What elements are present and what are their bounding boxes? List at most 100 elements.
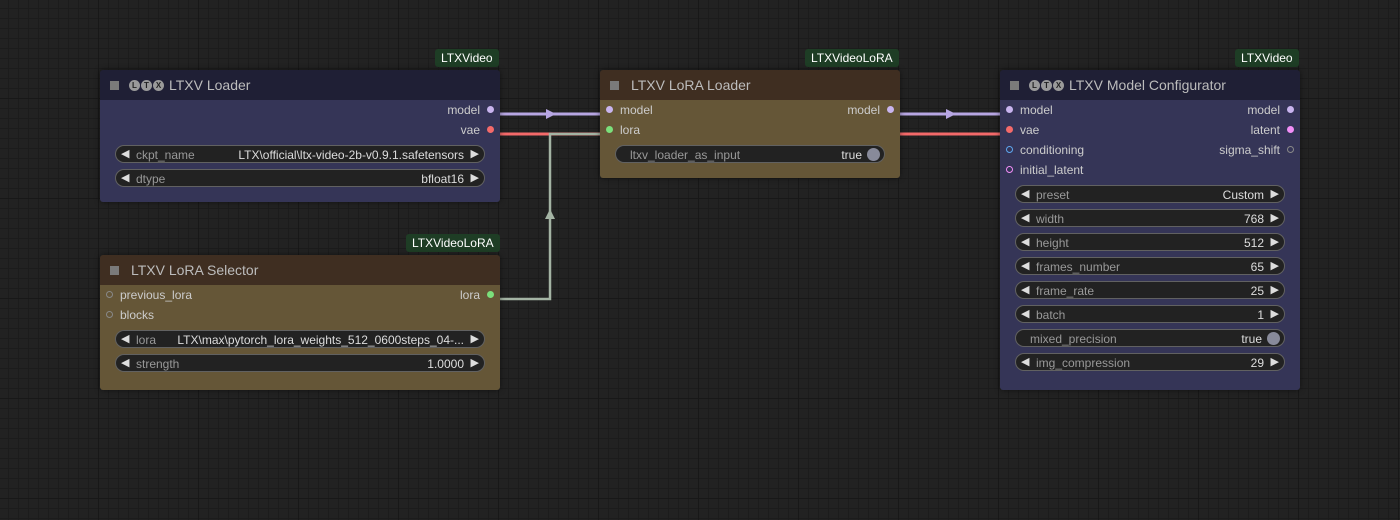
decrement-arrow-icon[interactable]: ◀ [1021,211,1029,224]
input-dot[interactable] [106,291,113,298]
toggle-knob[interactable] [1267,332,1280,345]
lora-wire-arrow [545,209,555,219]
widget-label: preset [1036,188,1070,202]
model-wire-arrow-1 [546,109,556,119]
output-slot-model[interactable]: model [100,100,500,120]
slot-label: model [447,103,480,117]
input-dot[interactable] [1006,106,1013,113]
collapse-toggle[interactable] [610,80,619,90]
slot-label: vae [1020,123,1040,137]
output-dot[interactable] [487,291,494,298]
preset-combo[interactable]: ◀ preset Custom ▶ [1015,185,1285,203]
decrement-arrow-icon[interactable]: ◀ [121,332,129,345]
input-dot[interactable] [1006,146,1013,153]
output-dot[interactable] [487,126,494,133]
input-dot[interactable] [1006,126,1013,133]
output-dot[interactable] [887,106,894,113]
ltxv-loader-as-input-toggle[interactable]: ltxv_loader_as_input true [615,145,885,163]
widget-value: 65 [1250,260,1264,274]
input-dot[interactable] [1006,166,1013,173]
increment-arrow-icon[interactable]: ▶ [471,356,479,369]
input-slot-lora[interactable]: lora [600,120,900,140]
decrement-arrow-icon[interactable]: ◀ [1021,187,1029,200]
increment-arrow-icon[interactable]: ▶ [471,147,479,160]
ltxv-lora-selector-node[interactable]: LTXV LoRA Selector previous_lora lora bl… [100,255,500,390]
node-badge: LTXVideoLoRA [805,49,899,67]
input-dot[interactable] [606,126,613,133]
output-dot[interactable] [487,106,494,113]
ltxv-loader-node[interactable]: L T X LTXV Loader model vae ◀ ckpt_name … [100,70,500,202]
height-number[interactable]: ◀ height 512 ▶ [1015,233,1285,251]
increment-arrow-icon[interactable]: ▶ [1271,283,1279,296]
node-header[interactable]: L T X LTXV Loader [100,70,500,100]
ckpt-name-combo[interactable]: ◀ ckpt_name LTX\official\ltx-video-2b-v0… [115,145,485,163]
widget-value: 1 [1257,308,1264,322]
increment-arrow-icon[interactable]: ▶ [1271,187,1279,200]
slot-label: initial_latent [1020,163,1084,177]
collapse-toggle[interactable] [110,265,119,275]
widget-value: Custom [1222,188,1264,202]
slot-label: model [847,103,880,117]
batch-number[interactable]: ◀ batch 1 ▶ [1015,305,1285,323]
decrement-arrow-icon[interactable]: ◀ [121,356,129,369]
input-slot-model[interactable]: model model [1000,100,1300,120]
slot-label: latent [1250,123,1280,137]
slot-label: vae [460,123,480,137]
ltxv-model-configurator-node[interactable]: L T X LTXV Model Configurator model mode… [1000,70,1300,390]
widget-value: true [1241,332,1262,346]
collapse-toggle[interactable] [1010,80,1019,90]
dtype-combo[interactable]: ◀ dtype bfloat16 ▶ [115,169,485,187]
increment-arrow-icon[interactable]: ▶ [1271,307,1279,320]
widget-label: img_compression [1036,356,1131,370]
widget-label: batch [1036,308,1066,322]
frame-rate-number[interactable]: ◀ frame_rate 25 ▶ [1015,281,1285,299]
widget-value: LTX\max\pytorch_lora_weights_512_0600ste… [177,333,464,347]
increment-arrow-icon[interactable]: ▶ [471,171,479,184]
widget-label: frames_number [1036,260,1121,274]
input-dot[interactable] [606,106,613,113]
node-badge: LTXVideoLoRA [406,234,500,252]
decrement-arrow-icon[interactable]: ◀ [1021,355,1029,368]
node-header[interactable]: LTXV LoRA Selector [100,255,500,285]
input-slot-initial-latent[interactable]: initial_latent [1000,160,1300,180]
lora-combo[interactable]: ◀ lora LTX\max\pytorch_lora_weights_512_… [115,330,485,348]
output-slot-vae[interactable]: vae [100,120,500,140]
decrement-arrow-icon[interactable]: ◀ [1021,283,1029,296]
output-dot[interactable] [1287,126,1294,133]
input-slot-vae[interactable]: vae latent [1000,120,1300,140]
toggle-knob[interactable] [867,148,880,161]
decrement-arrow-icon[interactable]: ◀ [121,171,129,184]
output-dot[interactable] [1287,106,1294,113]
decrement-arrow-icon[interactable]: ◀ [1021,259,1029,272]
decrement-arrow-icon[interactable]: ◀ [1021,235,1029,248]
collapse-toggle[interactable] [110,80,119,90]
widget-value: 29 [1250,356,1264,370]
width-number[interactable]: ◀ width 768 ▶ [1015,209,1285,227]
widget-value: true [841,148,862,162]
frames-number-number[interactable]: ◀ frames_number 65 ▶ [1015,257,1285,275]
logo-letter: L [1029,79,1040,91]
input-slot-model[interactable]: model model [600,100,900,120]
widget-label: mixed_precision [1030,332,1117,346]
input-slot-blocks[interactable]: blocks [100,305,500,325]
output-dot[interactable] [1287,146,1294,153]
ltx-logo-icon: L T X [129,79,164,91]
increment-arrow-icon[interactable]: ▶ [1271,211,1279,224]
mixed-precision-toggle[interactable]: mixed_precision true [1015,329,1285,347]
img-compression-number[interactable]: ◀ img_compression 29 ▶ [1015,353,1285,371]
input-dot[interactable] [106,311,113,318]
decrement-arrow-icon[interactable]: ◀ [1021,307,1029,320]
strength-number[interactable]: ◀ strength 1.0000 ▶ [115,354,485,372]
ltxv-lora-loader-node[interactable]: LTXV LoRA Loader model model lora ltxv_l… [600,70,900,178]
node-badge: LTXVideo [435,49,499,67]
slot-label: previous_lora [120,288,193,302]
node-header[interactable]: LTXV LoRA Loader [600,70,900,100]
increment-arrow-icon[interactable]: ▶ [1271,355,1279,368]
decrement-arrow-icon[interactable]: ◀ [121,147,129,160]
increment-arrow-icon[interactable]: ▶ [1271,235,1279,248]
increment-arrow-icon[interactable]: ▶ [471,332,479,345]
input-slot-previous-lora[interactable]: previous_lora lora [100,285,500,305]
increment-arrow-icon[interactable]: ▶ [1271,259,1279,272]
input-slot-conditioning[interactable]: conditioning sigma_shift [1000,140,1300,160]
node-header[interactable]: L T X LTXV Model Configurator [1000,70,1300,100]
